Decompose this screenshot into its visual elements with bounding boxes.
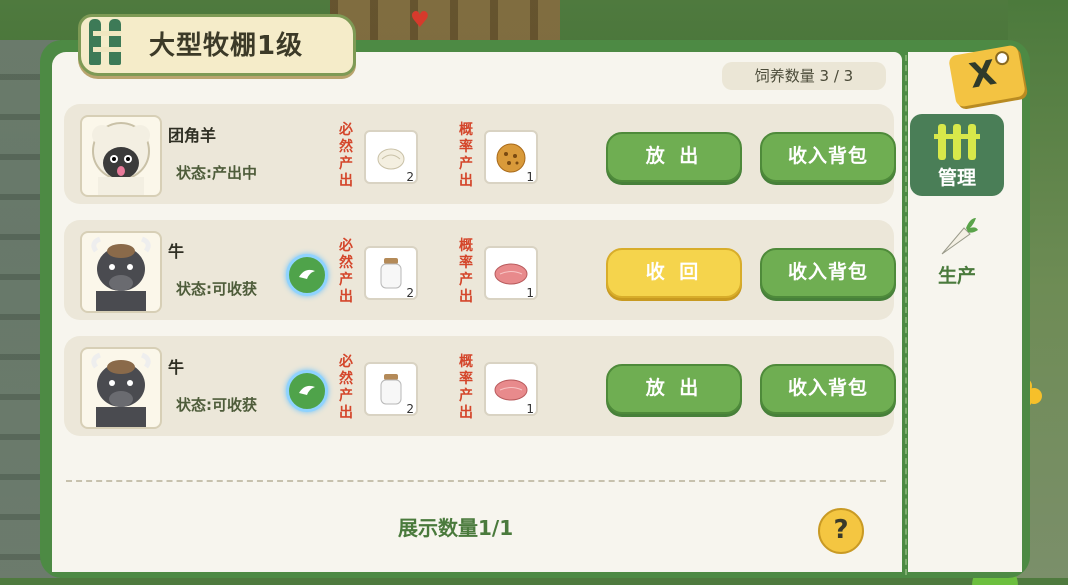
tab-label: 管理	[937, 167, 976, 189]
store-in-backpack-button[interactable]: 收入背包	[760, 132, 896, 182]
cow-portrait	[80, 347, 162, 429]
guaranteed-output-label: 必然产出	[339, 122, 353, 189]
harvest-hand-icon	[299, 269, 315, 279]
animal-status: 状态:产出中	[176, 164, 257, 182]
chance-output-slot[interactable]: 1	[484, 362, 538, 416]
guaranteed-output-slot[interactable]: 2	[364, 246, 418, 300]
animal-status: 状态:可收获	[176, 280, 257, 298]
carrot-icon	[941, 218, 978, 255]
guaranteed-output-slot[interactable]: 2	[364, 362, 418, 416]
list-divider	[66, 480, 886, 482]
heart-icon: ♥	[410, 8, 430, 33]
item-quantity: 2	[406, 286, 414, 300]
release-button[interactable]: 放 出	[606, 132, 742, 182]
animal-name: 牛	[168, 242, 185, 261]
animal-row: 牛 状态:可收获 必然产出 2 概率产出 1 收 回 收入背包	[64, 220, 896, 320]
capacity-counter: 饲养数量 3 / 3	[722, 62, 886, 90]
animal-row: 团角羊 状态:产出中 必然产出 2 概率产出 1 放 出 收入背包	[64, 104, 896, 204]
chance-output-slot[interactable]: 1	[484, 130, 538, 184]
harvest-ready-badge[interactable]	[286, 254, 328, 296]
help-button[interactable]: ?	[818, 508, 864, 554]
tab-manage[interactable]: 管理	[910, 114, 1004, 196]
release-button[interactable]: 放 出	[606, 364, 742, 414]
item-quantity: 2	[406, 402, 414, 416]
item-quantity: 1	[526, 402, 534, 416]
item-quantity: 2	[406, 170, 414, 184]
animal-status: 状态:可收获	[176, 396, 257, 414]
chance-output-label: 概率产出	[459, 354, 473, 421]
chance-output-slot[interactable]: 1	[484, 246, 538, 300]
tab-produce[interactable]: 生产	[910, 214, 1004, 296]
fence-icon	[934, 124, 980, 160]
sheep-portrait	[80, 115, 162, 197]
chance-output-label: 概率产出	[459, 238, 473, 305]
item-quantity: 1	[526, 286, 534, 300]
harvest-hand-icon	[299, 385, 315, 395]
item-quantity: 1	[526, 170, 534, 184]
harvest-ready-badge[interactable]	[286, 370, 328, 412]
recall-button[interactable]: 收 回	[606, 248, 742, 298]
cow-portrait	[80, 231, 162, 313]
display-count: 展示数量1/1	[398, 516, 514, 540]
store-in-backpack-button[interactable]: 收入背包	[760, 248, 896, 298]
chance-output-label: 概率产出	[459, 122, 473, 189]
guaranteed-output-label: 必然产出	[339, 354, 353, 421]
guaranteed-output-slot[interactable]: 2	[364, 130, 418, 184]
animal-name: 牛	[168, 358, 185, 377]
title-tag: 大型牧棚1级	[78, 14, 356, 76]
barn-icon	[89, 19, 125, 65]
store-in-backpack-button[interactable]: 收入背包	[760, 364, 896, 414]
sidebar-divider	[905, 55, 907, 575]
animal-row: 牛 状态:可收获 必然产出 2 概率产出 1 放 出 收入背包	[64, 336, 896, 436]
wooden-fence-background	[330, 0, 560, 40]
animal-name: 团角羊	[168, 126, 217, 145]
tab-label: 生产	[937, 265, 976, 287]
page-title: 大型牧棚1级	[149, 31, 304, 61]
guaranteed-output-label: 必然产出	[339, 238, 353, 305]
pin-icon	[994, 49, 1011, 67]
